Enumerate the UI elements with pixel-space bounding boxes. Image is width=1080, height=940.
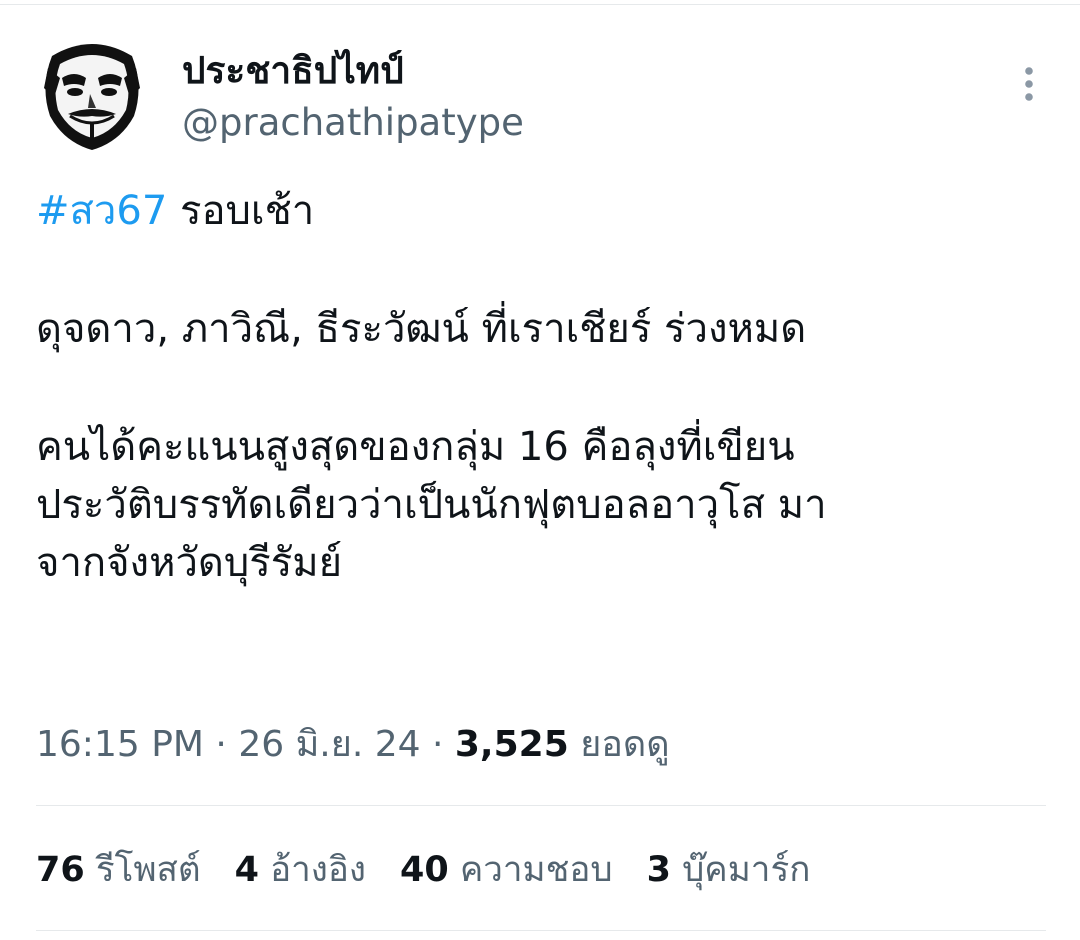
bookmarks-stat[interactable]: 3 บุ๊คมาร์ก — [647, 845, 811, 895]
bookmarks-label: บุ๊คมาร์ก — [670, 850, 811, 890]
tweet-line-1: #สว67 รอบเช้า — [36, 182, 1046, 240]
likes-count: 40 — [399, 850, 449, 890]
engagement-stats: 76 รีโพสต์ 4 อ้างอิง 40 ความชอบ 3 บุ๊คมา… — [36, 845, 810, 895]
likes-label: ความชอบ — [448, 850, 613, 890]
guy-fawkes-mask-icon — [44, 44, 140, 150]
tweet-line-5: จากจังหวัดบุรีรัมย์ — [36, 540, 343, 586]
divider — [36, 805, 1046, 806]
divider — [36, 930, 1046, 931]
reposts-count: 76 — [36, 850, 85, 890]
views-label: ยอดดู — [568, 724, 670, 765]
tweet-line-4: ประวัติบรรทัดเดียวว่าเป็นนักฟุตบอลอาวุโส… — [36, 482, 827, 528]
reposts-label: รีโพสต์ — [84, 850, 201, 890]
tweet-line-3: คนได้คะแนนสูงสุดของกลุ่ม 16 คือลุงที่เขี… — [36, 424, 795, 470]
tweet-line-1-text: รอบเช้า — [167, 188, 315, 234]
bookmarks-count: 3 — [646, 850, 671, 890]
tweet-time[interactable]: 16:15 PM — [36, 724, 204, 765]
tweet-meta: 16:15 PM · 26 มิ.ย. 24 · 3,525 ยอดดู — [36, 720, 670, 770]
top-divider — [0, 4, 1080, 5]
hashtag-link[interactable]: #สว67 — [36, 188, 167, 234]
display-name[interactable]: ประชาธิปไทป์ — [182, 48, 524, 94]
meta-separator: · — [203, 724, 239, 765]
views-count: 3,525 — [454, 724, 569, 765]
tweet-text: #สว67 รอบเช้า ดุจดาว, ภาวิณี, ธีระวัฒน์ … — [36, 182, 1046, 592]
reposts-stat[interactable]: 76 รีโพสต์ — [36, 845, 201, 895]
author-names: ประชาธิปไทป์ @prachathipatype — [182, 48, 524, 148]
tweet-date[interactable]: 26 มิ.ย. 24 — [238, 724, 420, 765]
quotes-label: อ้างอิง — [258, 850, 366, 890]
avatar[interactable] — [40, 38, 144, 150]
more-vertical-icon — [1025, 67, 1033, 101]
likes-stat[interactable]: 40 ความชอบ — [400, 845, 613, 895]
quotes-stat[interactable]: 4 อ้างอิง — [235, 845, 366, 895]
more-options-button[interactable] — [1012, 64, 1046, 104]
handle[interactable]: @prachathipatype — [182, 98, 524, 148]
tweet-line-2: ดุจดาว, ภาวิณี, ธีระวัฒน์ ที่เราเชียร์ ร… — [36, 306, 807, 352]
tweet-header: ประชาธิปไทป์ @prachathipatype — [40, 38, 1060, 150]
meta-separator: · — [420, 724, 455, 765]
quotes-count: 4 — [234, 850, 259, 890]
